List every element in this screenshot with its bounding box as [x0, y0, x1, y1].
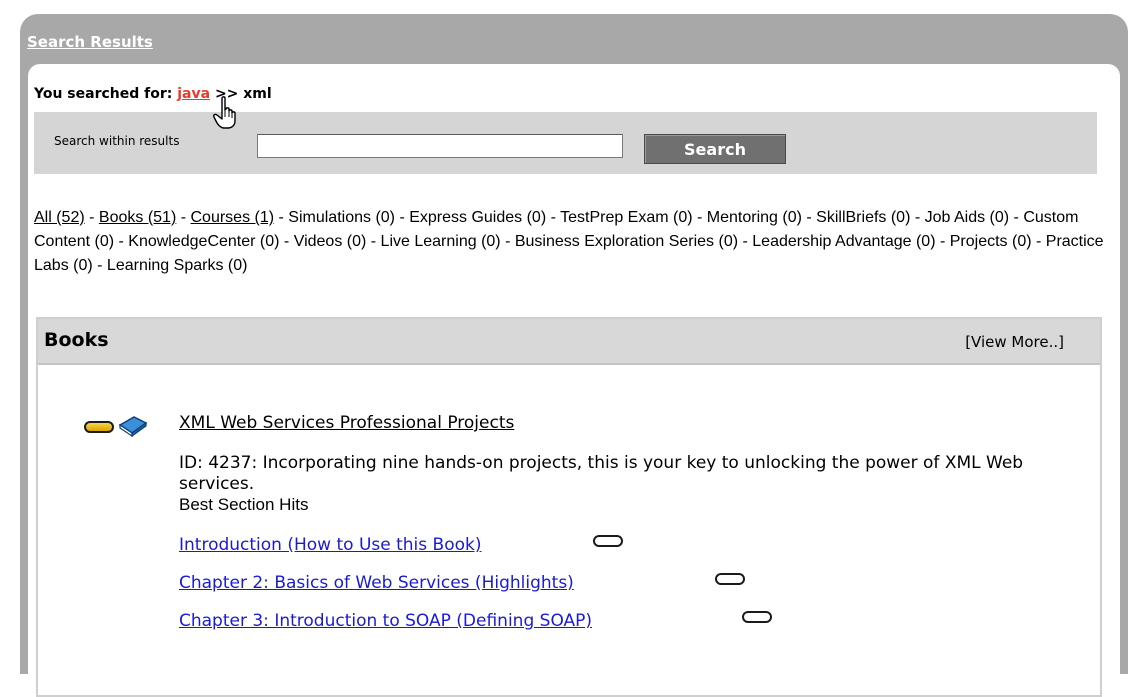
category-filter-item[interactable]: Books (51) [99, 209, 176, 226]
category-filter-item: Projects (0) [949, 233, 1032, 250]
category-filter-item[interactable]: All (52) [34, 209, 85, 226]
category-filter-item: Business Exploration Series (0) [514, 233, 739, 250]
category-filter-list: All (52) - Books (51) - Courses (1) - Si… [34, 209, 1104, 274]
books-section: Books [View More..] XML Web Services Pro… [36, 317, 1102, 697]
section-hit-link-3[interactable]: Chapter 3: Introduction to SOAP (Definin… [179, 611, 592, 631]
search-term-link[interactable]: java [177, 86, 210, 102]
relevance-pill-icon [84, 421, 114, 433]
best-section-hits-label: Best Section Hits [179, 495, 309, 514]
category-filter-item: Live Learning (0) [380, 233, 501, 250]
category-filter-item: SkillBriefs (0) [816, 209, 911, 226]
search-within-bar: Search within results Search [34, 112, 1097, 174]
relevance-pill-outline-icon [742, 611, 772, 623]
result-description: ID: 4237: Incorporating nine hands-on pr… [179, 453, 1024, 494]
section-hit-link-1[interactable]: Introduction (How to Use this Book) [179, 535, 481, 555]
category-filter-item: Express Guides (0) [409, 209, 547, 226]
search-button[interactable]: Search [644, 134, 786, 164]
view-more-link[interactable]: [View More..] [965, 333, 1064, 351]
search-within-input[interactable] [257, 134, 623, 158]
result-title-link[interactable]: XML Web Services Professional Projects [179, 413, 514, 433]
category-filter-item: Videos (0) [293, 233, 367, 250]
category-filter-item: Mentoring (0) [706, 209, 802, 226]
category-filter-item: Leadership Advantage (0) [752, 233, 936, 250]
searched-for-label: You searched for: [34, 86, 173, 102]
category-filter-item: TestPrep Exam (0) [560, 209, 693, 226]
section-hit-link-2[interactable]: Chapter 2: Basics of Web Services (Highl… [179, 573, 574, 593]
books-heading: Books [44, 329, 109, 351]
relevance-pill-outline-icon [715, 573, 745, 585]
search-results-title[interactable]: Search Results [27, 33, 153, 51]
books-section-header: Books [View More..] [38, 319, 1100, 365]
category-filter-item: Job Aids (0) [924, 209, 1010, 226]
result-icons [84, 416, 160, 437]
category-filter-item: Simulations (0) [288, 209, 395, 226]
relevance-pill-outline-icon [593, 535, 623, 547]
hand-pointer-icon [213, 96, 236, 129]
search-results-content: You searched for: java >> xml Search wit… [28, 64, 1120, 697]
category-filter-item[interactable]: Courses (1) [191, 209, 275, 226]
category-filter-item: Learning Sparks (0) [106, 257, 248, 274]
book-icon [118, 416, 148, 437]
search-results-frame: Search Results You searched for: java >>… [20, 14, 1128, 697]
search-within-label: Search within results [54, 134, 180, 148]
category-filter-item: KnowledgeCenter (0) [128, 233, 280, 250]
